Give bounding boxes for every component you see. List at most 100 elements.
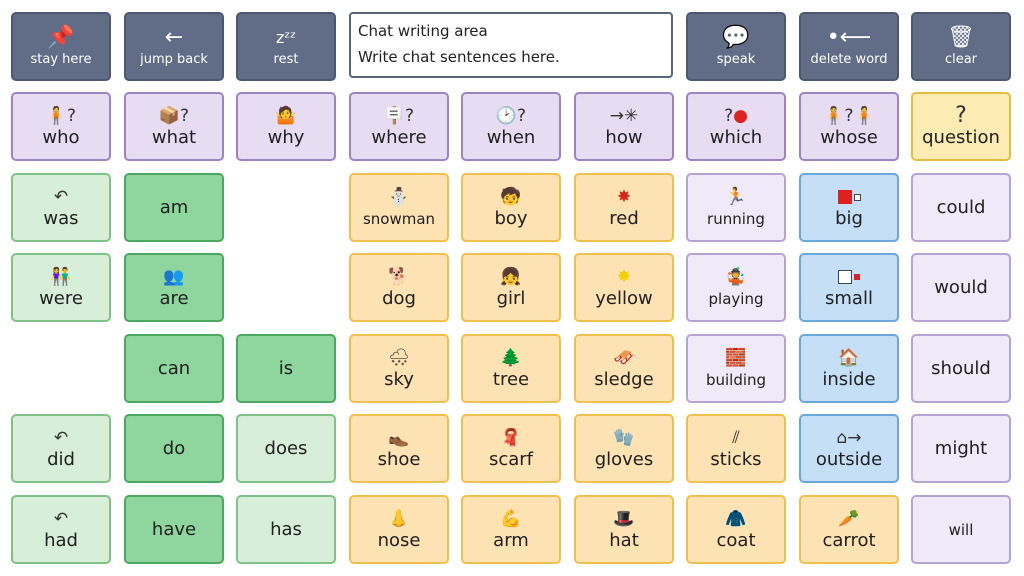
running-button[interactable]: 🏃 running (686, 173, 786, 242)
building-button[interactable]: 🧱 building (686, 334, 786, 403)
shoe-label: shoe (377, 449, 421, 470)
which-button[interactable]: ?● which (686, 92, 786, 161)
arm-button[interactable]: 💪 arm (461, 495, 561, 564)
carrot-label: carrot (822, 530, 876, 551)
delete-word-icon: •⟵ (826, 25, 872, 50)
delete-word-button[interactable]: •⟵ delete word (799, 12, 899, 81)
inside-label: inside (822, 369, 876, 390)
where-button[interactable]: 🪧? where (349, 92, 449, 161)
sky-icon: 🌨 (388, 348, 410, 368)
sky-button[interactable]: 🌨 sky (349, 334, 449, 403)
stay-here-button[interactable]: 📌 stay here (11, 12, 111, 81)
big-square-icon (837, 186, 861, 208)
small-label: small (825, 288, 873, 309)
outside-button[interactable]: ⌂→ outside (799, 414, 899, 483)
speak-label: speak (716, 52, 756, 67)
house-inside-icon: 🏠 (838, 348, 860, 368)
sledge-button[interactable]: 🛷 sledge (574, 334, 674, 403)
sledge-icon: 🛷 (613, 348, 635, 368)
sky-label: sky (384, 369, 414, 390)
shoe-icon: 👞 (388, 428, 410, 448)
jump-back-button[interactable]: ← jump back (124, 12, 224, 81)
box-question-icon: 📦? (158, 106, 190, 126)
yellow-button[interactable]: ✸ yellow (574, 253, 674, 322)
sticks-button[interactable]: ⫽ sticks (686, 414, 786, 483)
clear-button[interactable]: 🗑 clear (911, 12, 1011, 81)
hat-button[interactable]: 🎩 hat (574, 495, 674, 564)
how-button[interactable]: →✳ how (574, 92, 674, 161)
dog-icon: 🐕 (388, 267, 410, 287)
chat-writing-area[interactable]: Chat writing area Write chat sentences h… (349, 12, 673, 78)
is-label: is (278, 357, 294, 379)
boy-label: boy (494, 208, 528, 229)
why-button[interactable]: 🤷 why (236, 92, 336, 161)
question-button[interactable]: ? question (911, 92, 1011, 161)
had-button[interactable]: ↶ had (11, 495, 111, 564)
could-button[interactable]: could (911, 173, 1011, 242)
outside-label: outside (815, 449, 883, 470)
will-button[interactable]: will (911, 495, 1011, 564)
does-button[interactable]: does (236, 414, 336, 483)
running-label: running (707, 210, 765, 228)
boy-button[interactable]: 🧒 boy (461, 173, 561, 242)
scarf-button[interactable]: 🧣 scarf (461, 414, 561, 483)
small-button[interactable]: small (799, 253, 899, 322)
dog-button[interactable]: 🐕 dog (349, 253, 449, 322)
coat-icon: 🧥 (725, 509, 747, 529)
had-label: had (44, 530, 78, 551)
who-button[interactable]: 🧍? who (11, 92, 111, 161)
coat-button[interactable]: 🧥 coat (686, 495, 786, 564)
would-label: would (934, 276, 988, 298)
does-label: does (264, 437, 308, 459)
am-label: am (159, 196, 189, 218)
rest-button[interactable]: zᶻᶻ rest (236, 12, 336, 81)
did-button[interactable]: ↶ did (11, 414, 111, 483)
whose-label: whose (820, 127, 878, 148)
carrot-button[interactable]: 🥕 carrot (799, 495, 899, 564)
did-label: did (47, 449, 75, 470)
is-button[interactable]: is (236, 334, 336, 403)
when-button[interactable]: 🕑? when (461, 92, 561, 161)
can-button[interactable]: can (124, 334, 224, 403)
should-button[interactable]: should (911, 334, 1011, 403)
big-button[interactable]: big (799, 173, 899, 242)
snowman-button[interactable]: ⛄ snowman (349, 173, 449, 242)
inside-button[interactable]: 🏠 inside (799, 334, 899, 403)
whose-button[interactable]: 🧍?🧍 whose (799, 92, 899, 161)
where-label: where (371, 127, 427, 148)
people-past-icon: 👫 (50, 267, 72, 287)
gloves-button[interactable]: 🧤 gloves (574, 414, 674, 483)
were-button[interactable]: 👫 were (11, 253, 111, 322)
past-arrow-icon: ↶ (53, 509, 69, 529)
yellow-splash-icon: ✸ (616, 267, 632, 287)
has-button[interactable]: has (236, 495, 336, 564)
signpost-question-icon: 🪧? (383, 106, 415, 126)
nose-icon: 👃 (388, 509, 410, 529)
are-button[interactable]: 👥 are (124, 253, 224, 322)
were-label: were (39, 288, 83, 309)
snowman-icon: ⛄ (388, 187, 410, 207)
why-icon: 🤷 (275, 106, 297, 126)
what-button[interactable]: 📦? what (124, 92, 224, 161)
tree-button[interactable]: 🌲 tree (461, 334, 561, 403)
has-label: has (270, 518, 302, 540)
playing-button[interactable]: 🤹 playing (686, 253, 786, 322)
am-button[interactable]: am (124, 173, 224, 242)
gloves-label: gloves (594, 449, 654, 470)
have-button[interactable]: have (124, 495, 224, 564)
building-label: building (705, 371, 767, 389)
would-button[interactable]: would (911, 253, 1011, 322)
girl-button[interactable]: 👧 girl (461, 253, 561, 322)
shoe-button[interactable]: 👞 shoe (349, 414, 449, 483)
might-button[interactable]: might (911, 414, 1011, 483)
red-button[interactable]: ✸ red (574, 173, 674, 242)
nose-button[interactable]: 👃 nose (349, 495, 449, 564)
dog-label: dog (382, 288, 416, 309)
speak-button[interactable]: 💬 speak (686, 12, 786, 81)
was-button[interactable]: ↶ was (11, 173, 111, 242)
do-button[interactable]: do (124, 414, 224, 483)
hat-label: hat (609, 530, 639, 551)
do-label: do (162, 437, 186, 459)
big-label: big (835, 208, 863, 229)
why-label: why (267, 127, 305, 148)
